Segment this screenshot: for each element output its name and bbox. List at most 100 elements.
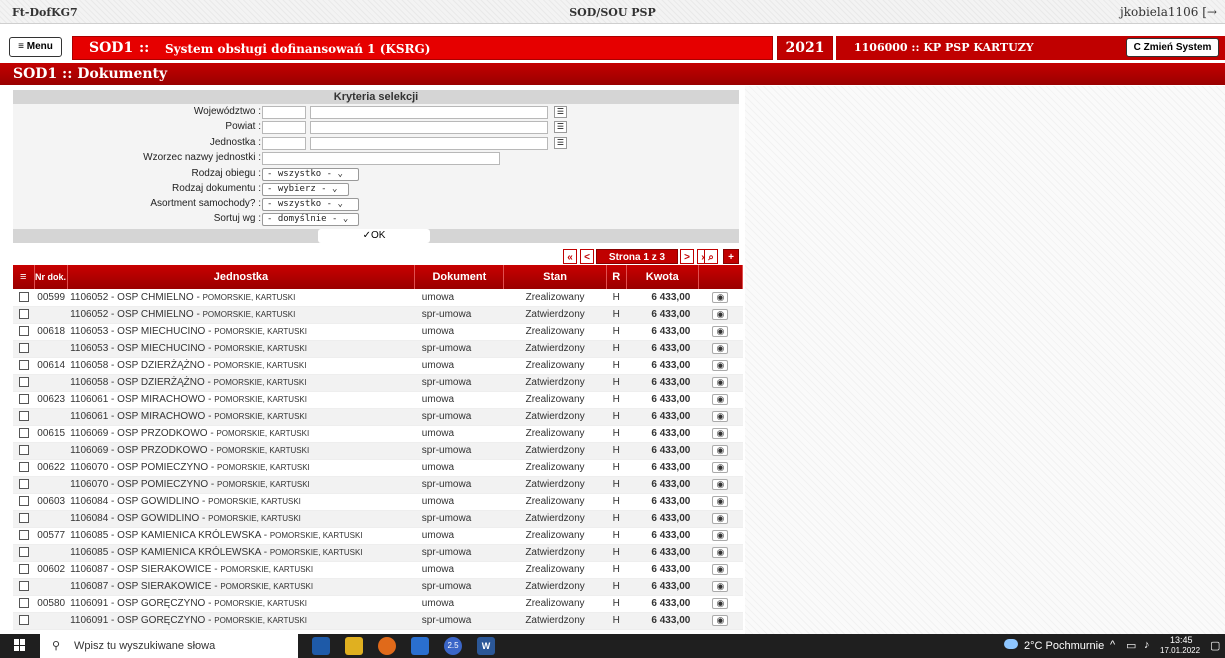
view-eye-icon[interactable]: ◉ <box>712 530 729 541</box>
row-checkbox[interactable] <box>18 479 29 490</box>
view-eye-icon[interactable]: ◉ <box>712 360 729 371</box>
column-header-dokument[interactable]: Dokument <box>414 265 505 289</box>
first-page-button[interactable]: « <box>563 249 577 264</box>
row-checkbox[interactable] <box>18 292 29 303</box>
wojewodztwo-code-input[interactable] <box>262 106 306 119</box>
view-eye-icon[interactable]: ◉ <box>712 479 729 490</box>
menu-button[interactable]: ≡ Menu <box>9 37 62 57</box>
volume-icon[interactable]: ♪ <box>1144 639 1150 651</box>
windows-start-icon[interactable] <box>14 639 26 651</box>
powiat-name-input[interactable] <box>310 121 548 134</box>
view-eye-icon[interactable]: ◉ <box>712 581 729 592</box>
view-eye-icon[interactable]: ◉ <box>712 445 729 456</box>
list-icon[interactable]: ☰ <box>554 137 567 149</box>
view-eye-icon[interactable]: ◉ <box>712 547 729 558</box>
view-eye-icon[interactable]: ◉ <box>712 326 729 337</box>
table-row[interactable]: 00618 1106053 - OSP MIECHUCINO - POMORSKI… <box>13 323 743 341</box>
table-row[interactable]: 1106053 - OSP MIECHUCINO - POMORSKIE, KA… <box>13 340 743 358</box>
row-checkbox[interactable] <box>18 547 29 558</box>
table-row[interactable]: 1106061 - OSP MIRACHOWO - POMORSKIE, KAR… <box>13 408 743 426</box>
row-checkbox[interactable] <box>18 360 29 371</box>
clock-time[interactable]: 13:45 <box>1170 635 1193 645</box>
view-eye-icon[interactable]: ◉ <box>712 598 729 609</box>
row-checkbox[interactable] <box>18 513 29 524</box>
powiat-code-input[interactable] <box>262 121 306 134</box>
tray-chevron-icon[interactable]: ^ <box>1110 639 1115 651</box>
row-checkbox[interactable] <box>18 343 29 354</box>
column-header-nr[interactable]: Nr dok. <box>34 265 68 289</box>
jednostka-code-input[interactable] <box>262 137 306 150</box>
table-row[interactable]: 1106087 - OSP SIERAKOWICE - POMORSKIE, K… <box>13 578 743 596</box>
year-badge[interactable]: 2021 <box>777 36 833 60</box>
row-checkbox[interactable] <box>18 462 29 473</box>
app-badge-icon[interactable]: 2.5 <box>444 637 462 655</box>
column-header-r[interactable]: R <box>606 265 627 289</box>
row-checkbox[interactable] <box>18 615 29 626</box>
table-row[interactable]: 00602 1106087 - OSP SIERAKOWICE - POMORSK… <box>13 561 743 579</box>
table-row[interactable]: 00623 1106061 - OSP MIRACHOWO - POMORSKIE… <box>13 391 743 409</box>
next-page-button[interactable]: > <box>680 249 694 264</box>
row-checkbox[interactable] <box>18 445 29 456</box>
view-eye-icon[interactable]: ◉ <box>712 462 729 473</box>
taskbar-search-input[interactable]: ⚲ Wpisz tu wyszukiwane słowa <box>40 634 298 658</box>
table-row[interactable]: 00603 1106084 - OSP GOWIDLINO - POMORSKIE… <box>13 493 743 511</box>
word-icon[interactable]: W <box>477 637 495 655</box>
change-system-button[interactable]: C Zmień System <box>1126 38 1219 57</box>
asortment-select[interactable]: - wszystko - ⌄ <box>262 198 359 211</box>
table-row[interactable]: 00580 1106091 - OSP GORĘCZYNO - POMORSKIE… <box>13 595 743 613</box>
view-eye-icon[interactable]: ◉ <box>712 394 729 405</box>
wojewodztwo-name-input[interactable] <box>310 106 548 119</box>
view-eye-icon[interactable]: ◉ <box>712 428 729 439</box>
row-checkbox[interactable] <box>18 411 29 422</box>
weather-text[interactable]: 2°C Pochmurnie <box>1024 640 1104 652</box>
table-row[interactable]: 00614 1106058 - OSP DZIERŻĄŻNO - POMORSKI… <box>13 357 743 375</box>
row-checkbox[interactable] <box>18 326 29 337</box>
view-eye-icon[interactable]: ◉ <box>712 615 729 626</box>
firefox-icon[interactable] <box>378 637 396 655</box>
row-checkbox[interactable] <box>18 428 29 439</box>
row-checkbox[interactable] <box>18 530 29 541</box>
add-button[interactable]: + <box>723 249 739 264</box>
row-checkbox[interactable] <box>18 377 29 388</box>
table-row[interactable]: 00577 1106085 - OSP KAMIENICA KRÓLEWSKA -… <box>13 527 743 545</box>
prev-page-button[interactable]: < <box>580 249 594 264</box>
view-eye-icon[interactable]: ◉ <box>712 496 729 507</box>
table-row[interactable]: 1106069 - OSP PRZODKOWO - POMORSKIE, KAR… <box>13 442 743 460</box>
file-explorer-icon[interactable] <box>345 637 363 655</box>
column-header-stan[interactable]: Stan <box>503 265 607 289</box>
sortuj-select[interactable]: - domyślnie - ⌄ <box>262 213 359 226</box>
table-row[interactable]: 1106084 - OSP GOWIDLINO - POMORSKIE, KAR… <box>13 510 743 528</box>
ok-button[interactable]: ✓OK <box>318 229 430 243</box>
edge-icon[interactable] <box>312 637 330 655</box>
row-checkbox[interactable] <box>18 394 29 405</box>
view-eye-icon[interactable]: ◉ <box>712 309 729 320</box>
rodzaj-obiegu-select[interactable]: - wszystko - ⌄ <box>262 168 359 181</box>
view-eye-icon[interactable]: ◉ <box>712 291 729 303</box>
search-icon[interactable]: ⌕ <box>704 249 718 264</box>
column-header-jednostka[interactable]: Jednostka <box>67 265 416 289</box>
view-eye-icon[interactable]: ◉ <box>712 377 729 388</box>
clock-date[interactable]: 17.01.2022 <box>1160 646 1200 655</box>
view-eye-icon[interactable]: ◉ <box>712 564 729 575</box>
table-row[interactable]: 00599 1106052 - OSP CHMIELNO - POMORSKIE,… <box>13 289 743 307</box>
view-eye-icon[interactable]: ◉ <box>712 513 729 524</box>
username[interactable]: jkobiela1106 <box>1120 5 1198 19</box>
table-row[interactable]: 00622 1106070 - OSP POMIECZYNO - POMORSKI… <box>13 459 743 477</box>
view-eye-icon[interactable]: ◉ <box>712 411 729 422</box>
mail-icon[interactable] <box>411 637 429 655</box>
row-checkbox[interactable] <box>18 581 29 592</box>
row-checkbox[interactable] <box>18 309 29 320</box>
view-eye-icon[interactable]: ◉ <box>712 343 729 354</box>
table-row[interactable]: 1106058 - OSP DZIERŻĄŻNO - POMORSKIE, KA… <box>13 374 743 392</box>
table-row[interactable]: 00615 1106069 - OSP PRZODKOWO - POMORSKIE… <box>13 425 743 443</box>
table-row[interactable]: 1106070 - OSP POMIECZYNO - POMORSKIE, KA… <box>13 476 743 494</box>
column-menu-icon[interactable]: ≡ <box>13 265 35 289</box>
list-icon[interactable]: ☰ <box>554 106 567 118</box>
logout-icon[interactable]: [→ <box>1202 5 1217 19</box>
row-checkbox[interactable] <box>18 496 29 507</box>
table-row[interactable]: 1106052 - OSP CHMIELNO - POMORSKIE, KART… <box>13 306 743 324</box>
rodzaj-dokumentu-select[interactable]: - wybierz - ⌄ <box>262 183 349 196</box>
row-checkbox[interactable] <box>18 564 29 575</box>
list-icon[interactable]: ☰ <box>554 121 567 133</box>
table-row[interactable]: 1106085 - OSP KAMIENICA KRÓLEWSKA - POMO… <box>13 544 743 562</box>
